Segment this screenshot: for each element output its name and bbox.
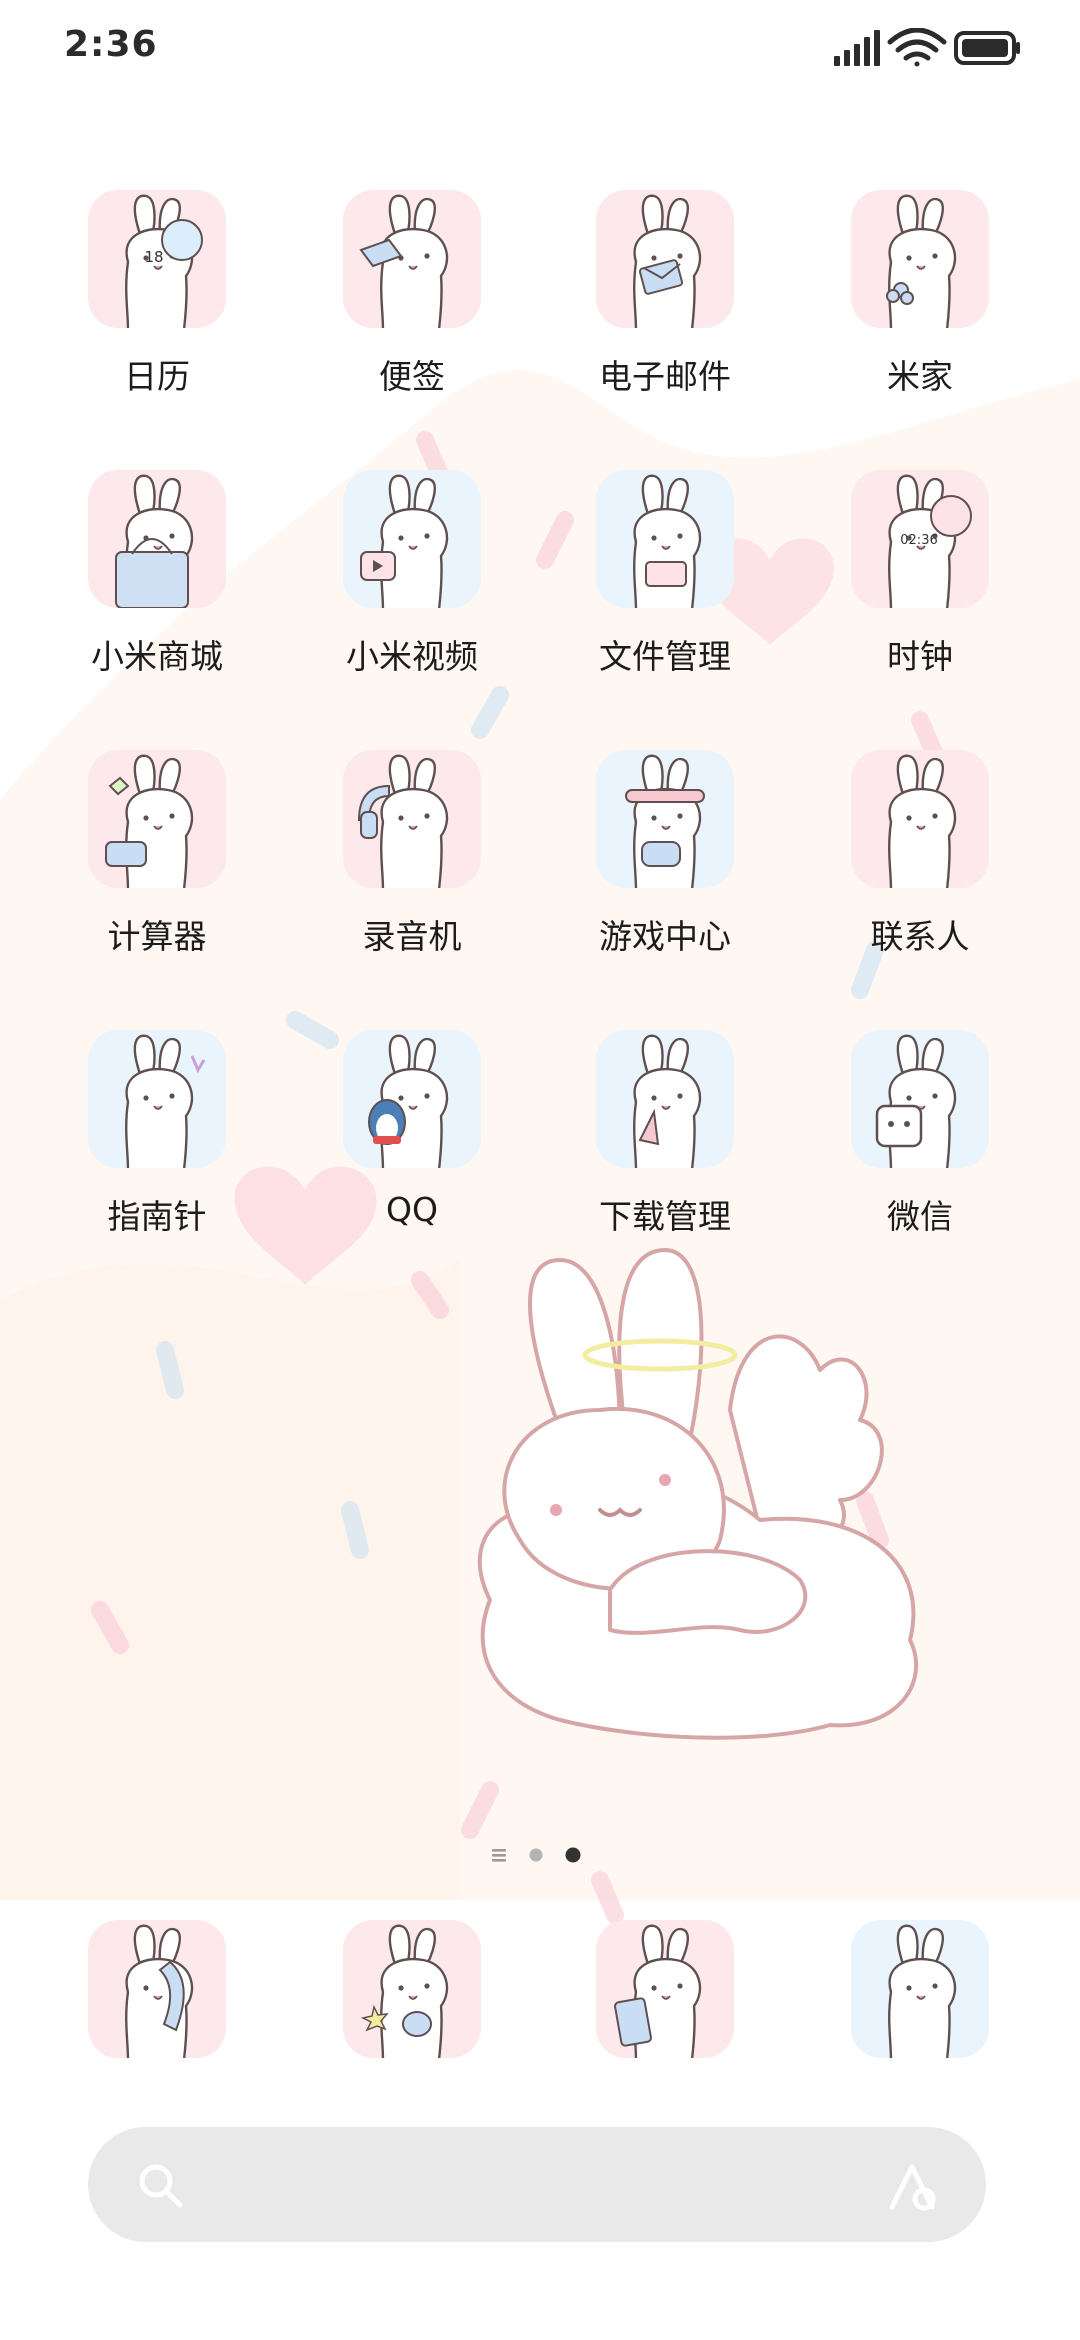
page-dot-2 — [529, 1848, 543, 1862]
clock-icon[interactable]: 02:36 — [851, 470, 989, 608]
app-clock[interactable]: 02:36 时钟 — [813, 470, 1023, 700]
dock-phone[interactable] — [50, 1920, 260, 2150]
status-bar: 2:36 — [0, 0, 1080, 96]
app-label: 便签 — [379, 357, 445, 396]
app-mi-store[interactable]: 小米商城 — [50, 470, 260, 700]
mi-video-icon[interactable] — [343, 470, 481, 608]
app-label: 时钟 — [887, 637, 953, 676]
dock-browser[interactable] — [558, 1920, 768, 2150]
page-dot-current — [565, 1847, 581, 1863]
dock — [0, 1920, 1080, 2060]
notes-icon[interactable] — [343, 190, 481, 328]
app-label: 录音机 — [362, 917, 462, 956]
svg-text:18: 18 — [144, 248, 163, 266]
app-label: 计算器 — [107, 917, 207, 956]
camera-icon[interactable] — [851, 1920, 989, 2058]
calendar-icon[interactable]: 18 — [88, 190, 226, 328]
search-bar[interactable] — [88, 2127, 986, 2242]
dock-messages[interactable] — [305, 1920, 515, 2150]
app-wechat[interactable]: 微信 — [813, 1030, 1023, 1260]
recorder-icon[interactable] — [343, 750, 481, 888]
app-mi-video[interactable]: 小米视频 — [305, 470, 515, 700]
app-recorder[interactable]: 录音机 — [305, 750, 515, 980]
app-file-manager[interactable]: 文件管理 — [558, 470, 768, 700]
app-label: 米家 — [887, 357, 953, 396]
file-manager-icon[interactable] — [596, 470, 734, 608]
app-mijia[interactable]: 米家 — [813, 190, 1023, 420]
app-label: 下载管理 — [599, 1197, 731, 1236]
status-icons — [832, 27, 1022, 68]
app-label: 游戏中心 — [599, 917, 731, 956]
app-label: 小米商城 — [91, 637, 223, 676]
app-compass[interactable]: 指南针 — [50, 1030, 260, 1260]
search-icon[interactable] — [136, 2161, 186, 2215]
page-indicator[interactable] — [490, 1843, 590, 1867]
app-calculator[interactable]: 计算器 — [50, 750, 260, 980]
app-label: QQ — [386, 1190, 438, 1229]
game-center-icon[interactable] — [596, 750, 734, 888]
app-email[interactable]: 电子邮件 — [558, 190, 768, 420]
download-manager-icon[interactable] — [596, 1030, 734, 1168]
svg-text:02:36: 02:36 — [900, 533, 937, 548]
app-calendar[interactable]: 18 日历 — [50, 190, 260, 420]
assistant-icon[interactable] — [884, 2159, 944, 2217]
email-icon[interactable] — [596, 190, 734, 328]
battery-icon — [954, 31, 1020, 65]
qq-icon[interactable] — [343, 1030, 481, 1168]
page-list-icon — [492, 1849, 506, 1862]
app-download-manager[interactable]: 下载管理 — [558, 1030, 768, 1260]
app-contacts[interactable]: 联系人 — [813, 750, 1023, 980]
status-time: 2:36 — [64, 24, 158, 65]
wechat-icon[interactable] — [851, 1030, 989, 1168]
mijia-icon[interactable] — [851, 190, 989, 328]
app-label: 日历 — [124, 357, 190, 396]
dock-camera[interactable] — [813, 1920, 1023, 2150]
signal-icon — [834, 30, 880, 66]
app-label: 电子邮件 — [599, 357, 731, 396]
wifi-icon — [887, 27, 947, 67]
compass-icon[interactable] — [88, 1030, 226, 1168]
mi-store-icon[interactable] — [88, 470, 226, 608]
app-label: 指南针 — [107, 1197, 207, 1236]
app-label: 联系人 — [870, 917, 970, 956]
contacts-icon[interactable] — [851, 750, 989, 888]
phone-icon[interactable] — [88, 1920, 226, 2058]
app-label: 文件管理 — [599, 637, 731, 676]
browser-icon[interactable] — [596, 1920, 734, 2058]
calculator-icon[interactable] — [88, 750, 226, 888]
app-game-center[interactable]: 游戏中心 — [558, 750, 768, 980]
app-notes[interactable]: 便签 — [305, 190, 515, 420]
messages-icon[interactable] — [343, 1920, 481, 2058]
app-qq[interactable]: QQ — [305, 1030, 515, 1260]
app-label: 微信 — [887, 1197, 953, 1236]
app-label: 小米视频 — [346, 637, 478, 676]
